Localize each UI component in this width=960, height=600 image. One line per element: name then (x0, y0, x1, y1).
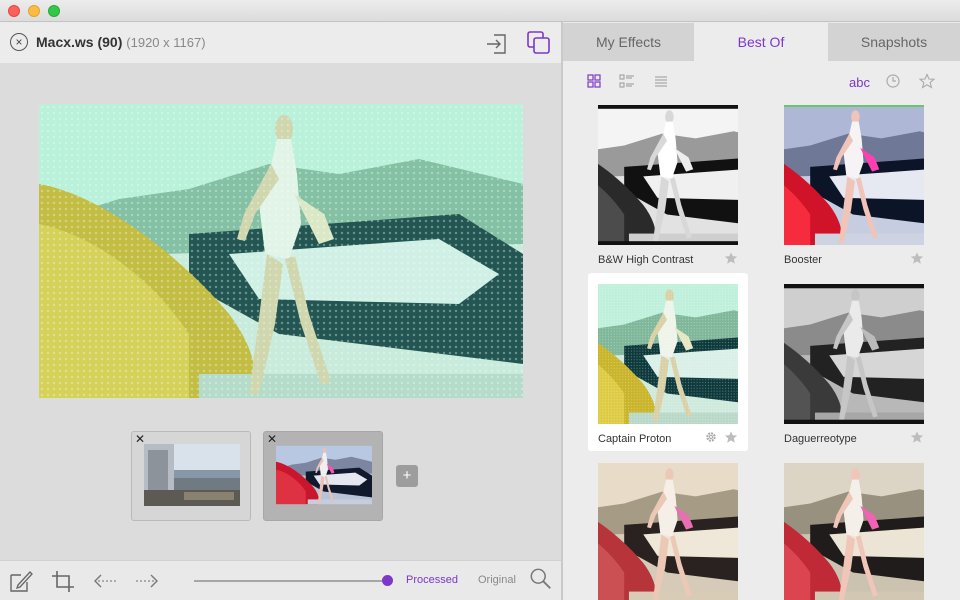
favorites-star-icon[interactable] (919, 73, 935, 89)
effect-card[interactable]: Daguerreotype (774, 273, 934, 451)
image-title: Macx.ws (90) (1920 x 1167) (36, 34, 206, 50)
gear-icon[interactable] (704, 430, 718, 444)
editor-header: × Macx.ws (90) (1920 x 1167) (0, 23, 561, 63)
import-icon[interactable] (484, 31, 510, 57)
effect-preview (598, 284, 738, 424)
blend-slider-handle[interactable] (382, 575, 393, 586)
close-image-icon[interactable]: × (10, 33, 28, 51)
crop-icon[interactable] (50, 569, 76, 593)
clock-icon[interactable] (885, 73, 901, 89)
favorite-star-icon[interactable] (910, 251, 924, 265)
snapshot-original[interactable]: ✕ (131, 431, 251, 521)
effect-name: Daguerreotype (784, 433, 857, 445)
grid-view-icon[interactable] (586, 73, 602, 89)
detail-list-view-icon[interactable] (619, 73, 635, 89)
effects-pane: My Effects Best Of Snapshots abc B&W Hig… (563, 23, 960, 600)
effect-card[interactable] (774, 452, 934, 600)
zoom-search-icon[interactable] (528, 567, 554, 591)
original-label[interactable]: Original (478, 574, 516, 586)
image-name: Macx.ws (36, 34, 94, 50)
effect-preview (598, 463, 738, 600)
tab-my-effects[interactable]: My Effects (563, 23, 694, 61)
favorite-star-icon[interactable] (724, 430, 738, 444)
close-window-button[interactable] (8, 5, 20, 17)
effect-card[interactable]: Booster (774, 94, 934, 272)
effect-card[interactable]: B&W High Contrast (588, 94, 748, 272)
image-count: (90) (97, 34, 123, 50)
undo-arrow-icon[interactable] (92, 569, 118, 593)
editor-pane: × Macx.ws (90) (1920 x 1167) ✕ ✕ + Proce… (0, 23, 561, 600)
tab-best-of[interactable]: Best Of (694, 23, 828, 61)
window-titlebar (0, 0, 960, 22)
effect-card-selected[interactable]: Captain Proton (588, 273, 748, 451)
image-dimensions: (1920 x 1167) (126, 35, 206, 50)
redo-arrow-icon[interactable] (134, 569, 160, 593)
edit-icon[interactable] (8, 569, 34, 593)
compare-icon[interactable] (525, 29, 553, 57)
effect-preview (784, 105, 924, 245)
effect-name: Booster (784, 254, 822, 266)
effect-name: Captain Proton (598, 433, 672, 445)
processed-label[interactable]: Processed (406, 574, 458, 586)
zoom-window-button[interactable] (48, 5, 60, 17)
minimize-window-button[interactable] (28, 5, 40, 17)
tab-snapshots[interactable]: Snapshots (828, 23, 960, 61)
favorite-star-icon[interactable] (724, 251, 738, 265)
list-view-icon[interactable] (653, 73, 669, 89)
effects-tabs: My Effects Best Of Snapshots (563, 23, 960, 61)
add-snapshot-button[interactable]: + (396, 465, 418, 487)
snapshot-original-image (144, 444, 240, 506)
effect-preview (784, 463, 924, 600)
main-photo[interactable] (39, 104, 523, 398)
bottom-toolbar: Processed Original (0, 560, 561, 600)
snapshot-current-image (276, 444, 372, 506)
effect-preview (598, 105, 738, 245)
favorite-star-icon[interactable] (910, 430, 924, 444)
snapshot-current[interactable]: ✕ (263, 431, 383, 521)
effect-card[interactable] (588, 452, 748, 600)
effect-preview (784, 284, 924, 424)
sort-alphabetical[interactable]: abc (849, 75, 870, 90)
blend-slider-track[interactable] (194, 580, 388, 582)
effect-name: B&W High Contrast (598, 254, 694, 266)
